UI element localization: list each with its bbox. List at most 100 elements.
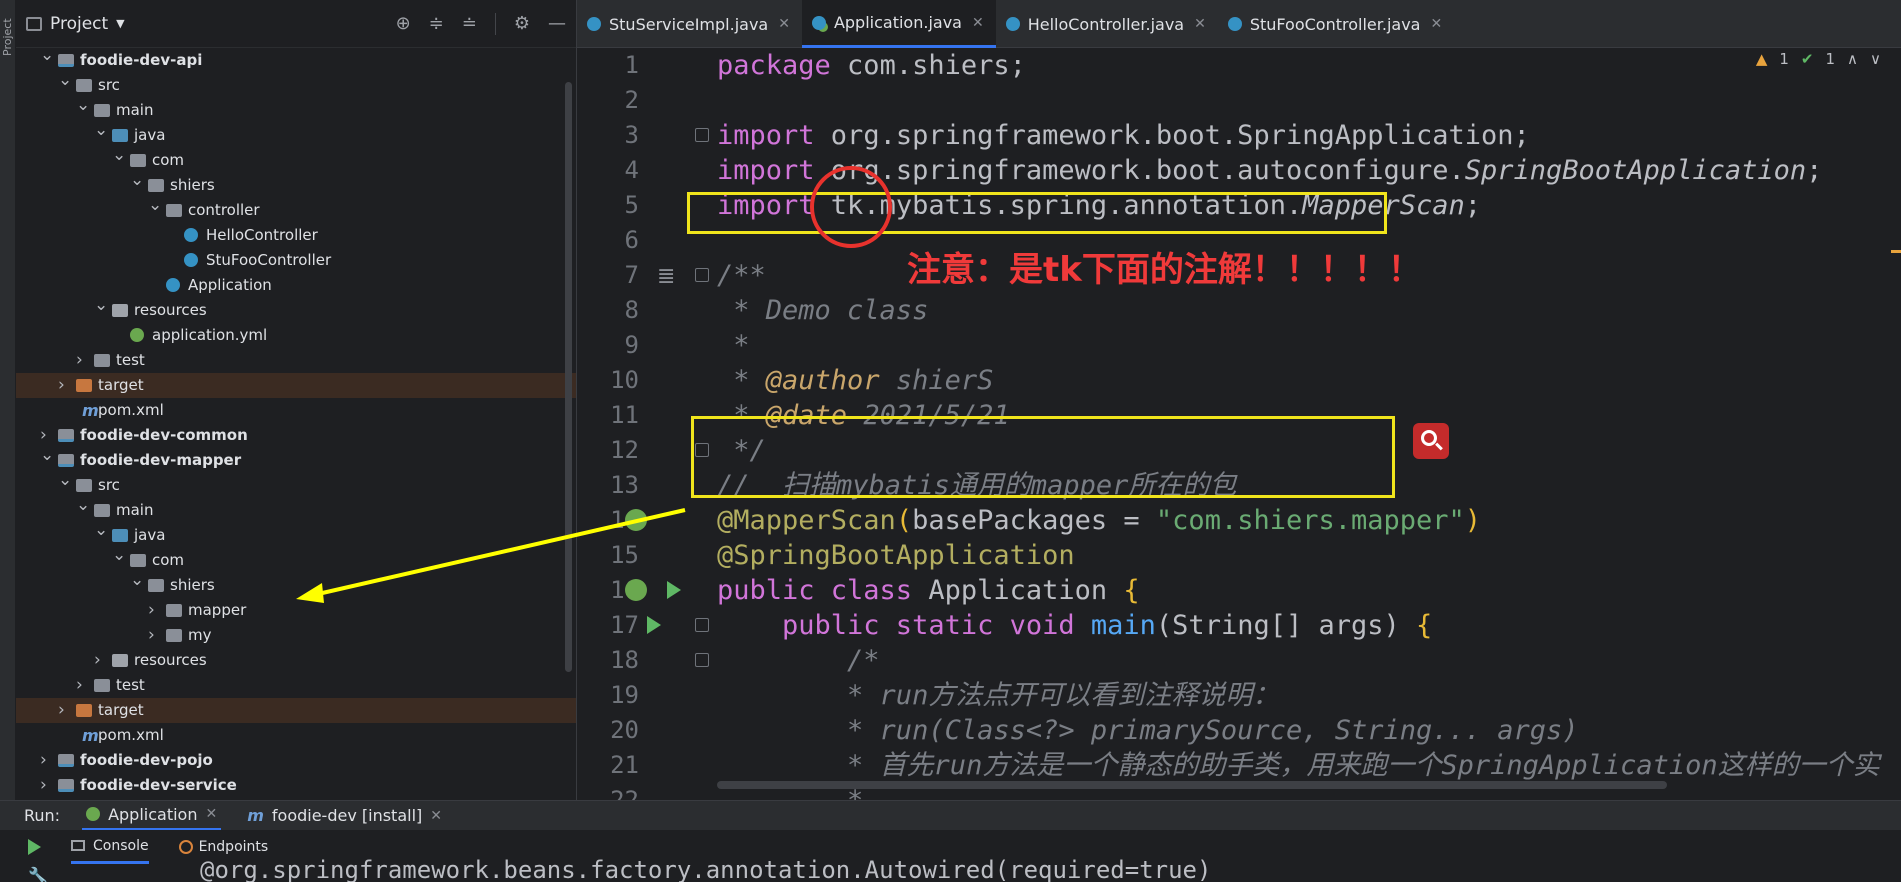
project-scrollbar[interactable] <box>565 82 572 672</box>
wrench-icon[interactable]: 🔧 <box>28 866 48 882</box>
check-icon[interactable]: ✔ <box>1801 50 1814 68</box>
collapse-all-icon[interactable]: ≐ <box>462 13 477 34</box>
tree-item[interactable]: ⌄ foodie-dev-mapper <box>16 445 576 473</box>
java-class-icon <box>811 15 826 30</box>
chevron-down-icon[interactable]: ⌄ <box>40 43 54 68</box>
fold-marker-icon[interactable] <box>695 268 709 282</box>
editor-tab[interactable]: StuFooController.java ✕ <box>1218 0 1454 48</box>
tree-item-label: StuFooController <box>206 251 332 269</box>
warning-icon[interactable]: ▲ <box>1756 50 1768 68</box>
chevron-right-icon[interactable]: › <box>76 673 90 698</box>
tree-item[interactable]: › foodie-dev-common <box>16 423 576 448</box>
tree-item[interactable]: ⌄ shiers <box>16 170 576 198</box>
chevron-down-icon[interactable]: ∨ <box>1870 50 1881 68</box>
error-stripe-marker[interactable] <box>1891 250 1901 253</box>
tree-item[interactable]: ⌄ controller <box>16 195 576 223</box>
fold-marker-icon[interactable] <box>695 618 709 632</box>
editor-tab[interactable]: StuServiceImpl.java ✕ <box>577 0 802 48</box>
chevron-right-icon[interactable]: › <box>58 373 72 398</box>
tree-item[interactable]: › mapper <box>16 598 576 623</box>
chevron-down-icon[interactable]: ⌄ <box>130 168 144 193</box>
editor-horizontal-scrollbar[interactable] <box>717 781 1667 789</box>
code-token: "com.shiers.mapper" <box>1155 505 1465 536</box>
chevron-down-icon[interactable]: ⌄ <box>58 68 72 93</box>
tree-item[interactable]: › foodie-dev-service <box>16 773 576 798</box>
tree-item[interactable]: m pom.xml <box>16 398 576 423</box>
tree-item[interactable]: m pom.xml <box>16 723 576 748</box>
expand-all-icon[interactable]: ≑ <box>429 13 444 34</box>
chevron-down-icon[interactable]: ⌄ <box>58 468 72 493</box>
project-tool-tab[interactable]: Project <box>1 4 15 58</box>
tree-item[interactable]: ⌄ shiers <box>16 570 576 598</box>
tree-item[interactable]: HelloController <box>16 223 576 248</box>
run-tab-install[interactable]: m foodie-dev [install] ✕ <box>243 801 446 831</box>
tree-item[interactable]: ⌄ src <box>16 470 576 498</box>
code-token: { <box>1123 575 1140 606</box>
editor-tab[interactable]: HelloController.java ✕ <box>996 0 1218 48</box>
chevron-down-icon[interactable]: ⌄ <box>112 143 126 168</box>
tree-item[interactable]: › target <box>16 698 576 723</box>
chevron-down-icon[interactable]: ⌄ <box>112 543 126 568</box>
chevron-right-icon[interactable]: › <box>148 623 162 648</box>
chevron-up-icon[interactable]: ∧ <box>1847 50 1858 68</box>
close-icon[interactable]: ✕ <box>1194 16 1206 32</box>
play-icon[interactable] <box>28 839 41 855</box>
chevron-down-icon[interactable]: ⌄ <box>76 93 90 118</box>
code-editor[interactable]: 12345678910111213141516171819202122≣ pac… <box>577 48 1901 800</box>
tree-item[interactable]: › target <box>16 373 576 398</box>
chevron-right-icon[interactable]: › <box>94 648 108 673</box>
chevron-down-icon[interactable]: ⌄ <box>94 518 108 543</box>
fold-marker-icon[interactable] <box>695 128 709 142</box>
chevron-down-icon[interactable]: ⌄ <box>76 493 90 518</box>
close-icon[interactable]: ✕ <box>205 806 217 822</box>
chevron-down-icon[interactable]: ⌄ <box>148 193 162 218</box>
tree-item[interactable]: › my <box>16 623 576 648</box>
chevron-right-icon[interactable]: › <box>58 698 72 723</box>
tree-item[interactable]: › resources <box>16 648 576 673</box>
tree-item[interactable]: › test <box>16 673 576 698</box>
tree-item[interactable]: StuFooController <box>16 248 576 273</box>
fold-marker-icon[interactable] <box>695 653 709 667</box>
close-icon[interactable]: ✕ <box>972 15 984 31</box>
run-tab-application[interactable]: Application ✕ <box>82 801 222 831</box>
chevron-right-icon[interactable]: › <box>40 773 54 798</box>
search-badge-icon[interactable] <box>1413 423 1449 459</box>
tree-item[interactable]: ⌄ src <box>16 70 576 98</box>
spring-bean-icon[interactable] <box>625 579 647 601</box>
chevron-down-icon[interactable]: ⌄ <box>130 568 144 593</box>
run-gutter-icon[interactable] <box>667 581 681 599</box>
tree-item-label: HelloController <box>206 226 318 244</box>
tree-item[interactable]: ⌄ com <box>16 145 576 173</box>
inspection-widget[interactable]: ▲ 1 ✔ 1 ∧ ∨ <box>1756 50 1881 68</box>
close-icon[interactable]: ✕ <box>778 16 790 32</box>
tree-item[interactable]: ⌄ java <box>16 120 576 148</box>
tree-item[interactable]: › test <box>16 348 576 373</box>
editor-tab[interactable]: Application.java ✕ <box>801 0 996 48</box>
tree-item[interactable]: ⌄ foodie-dev-api <box>16 45 576 73</box>
spring-config-icon <box>130 328 144 342</box>
tree-item[interactable]: application.yml <box>16 323 576 348</box>
project-panel-title[interactable]: Project <box>50 14 108 34</box>
chevron-down-icon[interactable]: ⌄ <box>40 443 54 468</box>
chevron-right-icon[interactable]: › <box>76 348 90 373</box>
tree-item[interactable]: ⌄ com <box>16 545 576 573</box>
spring-bean-icon[interactable] <box>625 509 647 531</box>
tree-item[interactable]: ⌄ java <box>16 520 576 548</box>
chevron-down-icon[interactable]: ▼ <box>116 17 124 30</box>
close-icon[interactable]: ✕ <box>430 808 442 824</box>
chevron-down-icon[interactable]: ⌄ <box>94 118 108 143</box>
chevron-right-icon[interactable]: › <box>148 598 162 623</box>
tree-item-label: pom.xml <box>98 401 164 419</box>
tree-item[interactable]: ⌄ resources <box>16 295 576 323</box>
chevron-down-icon[interactable]: ⌄ <box>94 293 108 318</box>
tree-item[interactable]: › foodie-dev-pojo <box>16 748 576 773</box>
tab-console[interactable]: Console <box>71 830 149 864</box>
gear-icon[interactable]: ⚙ <box>514 13 530 34</box>
run-gutter-icon[interactable] <box>647 616 661 634</box>
locate-icon[interactable]: ⊕ <box>396 13 411 34</box>
line-number: 18 <box>610 646 639 674</box>
close-icon[interactable]: ✕ <box>1430 16 1442 32</box>
render-doc-icon[interactable]: ≣ <box>657 264 675 289</box>
chevron-right-icon[interactable]: › <box>40 748 54 773</box>
hide-icon[interactable]: — <box>548 13 566 34</box>
